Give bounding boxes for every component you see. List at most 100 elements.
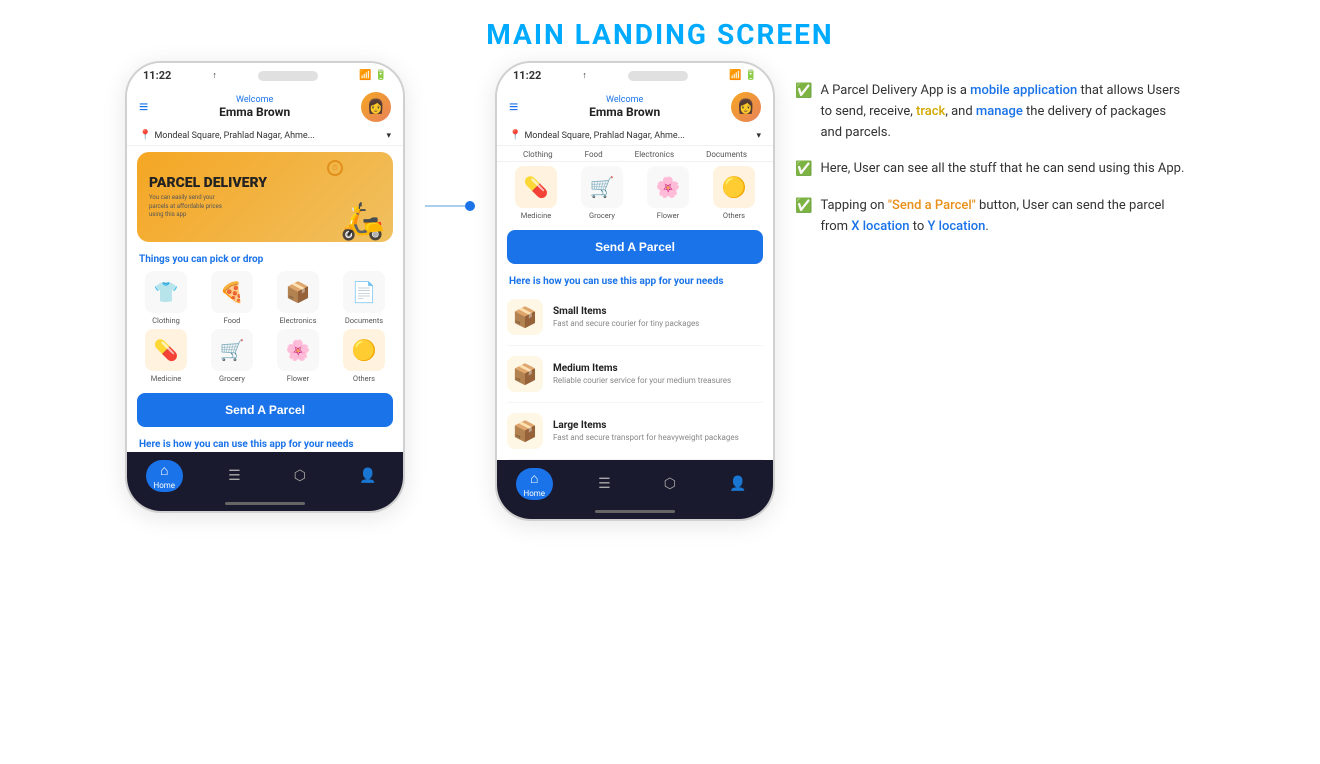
phone2-loc-left: 📍 Mondeal Square, Prahlad Nagar, Ahme... bbox=[509, 130, 685, 141]
annotation-3: ✅ Tapping on "Send a Parcel" button, Use… bbox=[795, 196, 1185, 238]
annotation-items: ✅ A Parcel Delivery App is a mobile appl… bbox=[795, 81, 1185, 238]
small-item-subtitle: Fast and secure courier for tiny package… bbox=[553, 319, 699, 328]
home-label: Home bbox=[154, 481, 176, 490]
phone2-menu-icon[interactable]: ≡ bbox=[509, 97, 518, 117]
phone1-nav-home[interactable]: ⌂ Home bbox=[146, 460, 184, 492]
small-item-info: Small Items Fast and secure courier for … bbox=[553, 306, 699, 328]
phone2-grocery-icon-box: 🛒 bbox=[581, 166, 623, 208]
phone2-app-header: ≡ Welcome Emma Brown 👩 bbox=[497, 86, 773, 126]
medium-item-icon: 📦 bbox=[507, 356, 543, 392]
phone1-avatar[interactable]: 👩 bbox=[361, 92, 391, 122]
phone1-nav-profile[interactable]: 👤 bbox=[351, 466, 384, 486]
connector-line bbox=[425, 205, 465, 207]
medium-item-title: Medium Items bbox=[553, 363, 731, 374]
cat-documents[interactable]: 📄 Documents bbox=[333, 271, 395, 325]
orders-icon: ☰ bbox=[228, 468, 241, 484]
phone1-nav-wallet[interactable]: ⬡ bbox=[286, 466, 314, 486]
phone2-location-pin-icon: 📍 bbox=[509, 130, 521, 141]
annotation-text-3: Tapping on "Send a Parcel" button, User … bbox=[820, 196, 1185, 238]
highlight-mobile: mobile application bbox=[970, 83, 1077, 98]
tab-food[interactable]: Food bbox=[585, 150, 603, 159]
phone1-location-bar[interactable]: 📍 Mondeal Square, Prahlad Nagar, Ahme...… bbox=[127, 126, 403, 146]
highlight-manage: manage bbox=[976, 104, 1023, 119]
page-title: MAIN LANDING SCREEN bbox=[0, 18, 1320, 51]
tab-documents[interactable]: Documents bbox=[706, 150, 747, 159]
phone2-grocery-label: Grocery bbox=[589, 211, 615, 220]
grocery-label: Grocery bbox=[219, 374, 245, 383]
phone2-how-to-label: Here is how you can use this app for you… bbox=[497, 270, 773, 289]
phone2-wallet-icon: ⬡ bbox=[664, 476, 676, 492]
small-item-title: Small Items bbox=[553, 306, 699, 317]
medicine-icon-box: 💊 bbox=[145, 329, 187, 371]
item-medium[interactable]: 📦 Medium Items Reliable courier service … bbox=[507, 346, 763, 403]
battery-icon: 🔋 bbox=[375, 70, 387, 81]
phone2-nav-home[interactable]: ⌂ Home bbox=[516, 468, 554, 500]
small-item-icon: 📦 bbox=[507, 299, 543, 335]
phone1-send-parcel-button[interactable]: Send A Parcel bbox=[137, 393, 393, 427]
phone2-cat-medicine[interactable]: 💊 Medicine bbox=[505, 166, 567, 220]
check-icon-3: ✅ bbox=[795, 198, 812, 214]
phone2-avatar[interactable]: 👩 bbox=[731, 92, 761, 122]
cat-clothing[interactable]: 👕 Clothing bbox=[135, 271, 197, 325]
phone1-banner: PARCEL DELIVERY You can easily send your… bbox=[137, 152, 393, 242]
phone2: 11:22 ↑ 📶 🔋 ≡ Welcome Emma Brown bbox=[495, 61, 775, 521]
tab-clothing[interactable]: Clothing bbox=[523, 150, 553, 159]
item-small[interactable]: 📦 Small Items Fast and secure courier fo… bbox=[507, 289, 763, 346]
highlight-y-location: Y location bbox=[927, 219, 985, 234]
phone2-flower-label: Flower bbox=[657, 211, 679, 220]
phone2-medicine-icon-box: 💊 bbox=[515, 166, 557, 208]
phone2-item-list: 📦 Small Items Fast and secure courier fo… bbox=[497, 289, 773, 460]
annotation-1: ✅ A Parcel Delivery App is a mobile appl… bbox=[795, 81, 1185, 143]
phone2-nav-orders[interactable]: ☰ bbox=[590, 474, 619, 494]
cat-food[interactable]: 🍕 Food bbox=[201, 271, 263, 325]
phone2-cat-others[interactable]: 🟡 Others bbox=[703, 166, 765, 220]
flower-label: Flower bbox=[287, 374, 309, 383]
phone2-cat-grocery[interactable]: 🛒 Grocery bbox=[571, 166, 633, 220]
phone1-app-header: ≡ Welcome Emma Brown 👩 bbox=[127, 86, 403, 126]
annotation-text-2: Here, User can see all the stuff that he… bbox=[820, 159, 1184, 180]
medium-item-info: Medium Items Reliable courier service fo… bbox=[553, 363, 731, 385]
phone2-flower-icon-box: 🌸 bbox=[647, 166, 689, 208]
phone2-location-bar[interactable]: 📍 Mondeal Square, Prahlad Nagar, Ahme...… bbox=[497, 126, 773, 146]
highlight-send-parcel: "Send a Parcel" bbox=[888, 198, 976, 213]
electronics-icon-box: 📦 bbox=[277, 271, 319, 313]
wallet-icon: ⬡ bbox=[294, 468, 306, 484]
food-label: Food bbox=[224, 316, 241, 325]
phone2-nav-profile[interactable]: 👤 bbox=[721, 474, 754, 494]
documents-label: Documents bbox=[345, 316, 383, 325]
large-item-info: Large Items Fast and secure transport fo… bbox=[553, 420, 739, 442]
phone2-send-parcel-button[interactable]: Send A Parcel bbox=[507, 230, 763, 264]
cat-medicine[interactable]: 💊 Medicine bbox=[135, 329, 197, 383]
chevron-down-icon: ▾ bbox=[386, 131, 391, 141]
phone1-nav-orders[interactable]: ☰ bbox=[220, 466, 249, 486]
phone2-notch bbox=[628, 71, 688, 81]
item-large[interactable]: 📦 Large Items Fast and secure transport … bbox=[507, 403, 763, 460]
phone2-home-bar bbox=[497, 506, 773, 519]
phone2-cat-flower[interactable]: 🌸 Flower bbox=[637, 166, 699, 220]
phone2-home-label: Home bbox=[524, 489, 546, 498]
phone2-nav-wallet[interactable]: ⬡ bbox=[656, 474, 684, 494]
cat-flower[interactable]: 🌸 Flower bbox=[267, 329, 329, 383]
phone1-section-title: Things you can pick or drop bbox=[127, 248, 403, 267]
tab-electronics[interactable]: Electronics bbox=[635, 150, 674, 159]
menu-icon[interactable]: ≡ bbox=[139, 97, 148, 117]
phone2-medicine-label: Medicine bbox=[521, 211, 551, 220]
timer-icon: ⏱ bbox=[327, 160, 343, 176]
cat-grocery[interactable]: 🛒 Grocery bbox=[201, 329, 263, 383]
phone1-screen: ≡ Welcome Emma Brown 👩 📍 Mondeal Square,… bbox=[127, 86, 403, 511]
phone1-how-to-label: Here is how you can use this app for you… bbox=[127, 433, 403, 452]
phone1-time: 11:22 bbox=[143, 69, 171, 82]
annotation-text-1: A Parcel Delivery App is a mobile applic… bbox=[820, 81, 1185, 143]
flower-icon-box: 🌸 bbox=[277, 329, 319, 371]
phone1-banner-title: PARCEL DELIVERY bbox=[149, 175, 267, 192]
phone1-location-text: Mondeal Square, Prahlad Nagar, Ahme... bbox=[154, 131, 314, 141]
content-area: 11:22 ↑ 📶 🔋 ≡ Welcome Emma Brown bbox=[0, 61, 1320, 521]
grocery-icon-box: 🛒 bbox=[211, 329, 253, 371]
cat-electronics[interactable]: 📦 Electronics bbox=[267, 271, 329, 325]
phone2-home-indicator bbox=[595, 510, 675, 513]
large-item-title: Large Items bbox=[553, 420, 739, 431]
phone1-loc-left: 📍 Mondeal Square, Prahlad Nagar, Ahme... bbox=[139, 130, 315, 141]
clothing-label: Clothing bbox=[152, 316, 180, 325]
phone2-status-bar: 11:22 ↑ 📶 🔋 bbox=[497, 63, 773, 86]
cat-others[interactable]: 🟡 Others bbox=[333, 329, 395, 383]
